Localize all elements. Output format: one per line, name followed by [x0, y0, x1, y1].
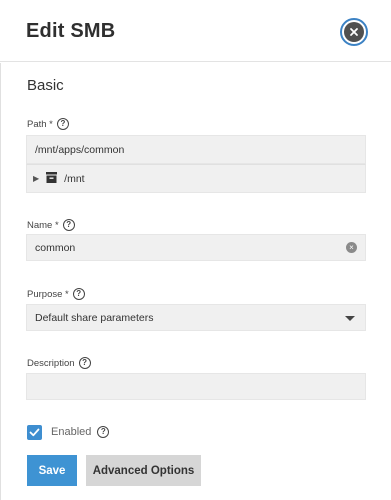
enabled-checkbox[interactable] [27, 425, 42, 440]
help-icon[interactable]: ? [72, 288, 85, 300]
path-input[interactable]: /mnt/apps/common [26, 135, 366, 164]
name-input[interactable]: common × [26, 234, 366, 261]
dataset-icon [45, 171, 58, 187]
description-input[interactable] [26, 373, 366, 400]
description-label-row: Description ? [27, 357, 91, 369]
tree-node-label: /mnt [64, 172, 85, 185]
checkmark-icon [29, 428, 40, 437]
chevron-down-icon [345, 316, 355, 321]
path-label-row: Path * ? [27, 118, 69, 130]
help-icon[interactable]: ? [97, 426, 110, 438]
description-label: Description [27, 357, 75, 369]
save-button[interactable]: Save [27, 455, 77, 486]
purpose-selected: Default share parameters [35, 311, 154, 324]
path-tree-node[interactable]: ▶ /mnt [26, 164, 366, 193]
advanced-options-button[interactable]: Advanced Options [86, 455, 201, 486]
enabled-label-row: Enabled ? [51, 426, 110, 438]
path-value: /mnt/apps/common [35, 143, 125, 156]
purpose-label: Purpose * [27, 288, 69, 300]
path-label: Path * [27, 118, 53, 130]
section-title: Basic [27, 77, 64, 94]
purpose-select[interactable]: Default share parameters [26, 304, 366, 331]
expand-caret-icon[interactable]: ▶ [33, 174, 39, 183]
help-icon[interactable]: ? [78, 357, 91, 369]
dialog-title: Edit SMB [26, 20, 116, 42]
close-circle-icon [344, 22, 364, 42]
enabled-label: Enabled [51, 426, 92, 438]
name-label-row: Name * ? [27, 219, 75, 231]
name-label: Name * [27, 219, 59, 231]
name-value: common [35, 241, 76, 254]
help-icon[interactable]: ? [56, 118, 69, 130]
help-icon[interactable]: ? [62, 219, 75, 231]
close-button[interactable] [340, 18, 368, 46]
clear-icon[interactable]: × [346, 242, 357, 253]
purpose-label-row: Purpose * ? [27, 288, 85, 300]
dialog-header: Edit SMB [0, 0, 391, 62]
